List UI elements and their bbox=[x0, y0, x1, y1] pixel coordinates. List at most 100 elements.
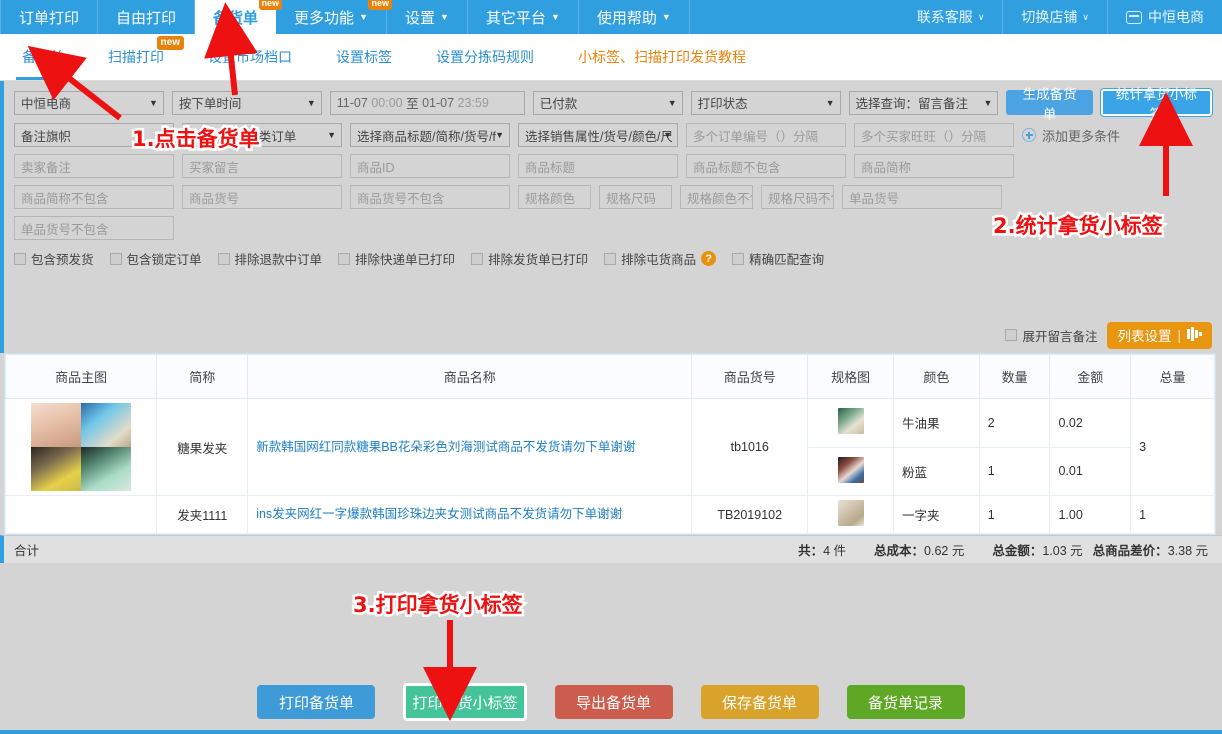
buyer-ids-input[interactable]: 多个买家旺旺（）分隔 bbox=[854, 123, 1014, 147]
filter-input-placeholder: 商品货号 bbox=[189, 188, 239, 207]
filter-input-商品标题[interactable]: 商品标题 bbox=[518, 154, 678, 178]
table-column-header-4: 商品货号 bbox=[692, 355, 808, 399]
date-to: 01-07 bbox=[422, 96, 454, 110]
current-shop[interactable]: 中恒电商 bbox=[1108, 0, 1222, 34]
filter-checkbox-label: 包含锁定订单 bbox=[127, 249, 202, 268]
filter-checkbox-3[interactable]: 排除退款中订单 bbox=[218, 249, 323, 268]
bottom-button-3[interactable]: 导出备货单 bbox=[555, 685, 673, 719]
total-diff-label: 总商品差价： bbox=[1093, 544, 1168, 558]
filter-input-规格尺码不包[interactable]: 规格尺码不包 bbox=[761, 185, 834, 209]
sub-nav-item-6[interactable]: 小标签、扫描打印发货教程 bbox=[556, 34, 768, 80]
order-class-select[interactable]: 未分类+已分类订单 bbox=[182, 123, 342, 147]
add-more-conditions-label: 添加更多条件 bbox=[1042, 126, 1120, 145]
sub-nav-label: 备货单 bbox=[22, 47, 64, 67]
filter-checkbox-2[interactable]: 包含锁定订单 bbox=[110, 249, 202, 268]
sub-nav-item-2[interactable]: 扫描打印new bbox=[86, 34, 186, 80]
top-nav-item-4[interactable]: 更多功能▼new bbox=[276, 0, 387, 34]
product-main-image bbox=[31, 403, 131, 491]
filter-input-规格尺码[interactable]: 规格尺码 bbox=[599, 185, 672, 209]
filter-input-买家留言[interactable]: 买家留言 bbox=[182, 154, 342, 178]
filter-input-卖家备注[interactable]: 卖家备注 bbox=[14, 154, 174, 178]
annotation-text: 3.打印拿货小标签 bbox=[353, 589, 523, 619]
filter-input-商品标题不包含[interactable]: 商品标题不包含 bbox=[686, 154, 846, 178]
product-image-tile bbox=[31, 447, 81, 491]
annotation-outline: 3.打印拿货小标签 bbox=[353, 589, 523, 619]
filter-checkbox-6[interactable]: 排除屯货商品? bbox=[604, 249, 716, 268]
top-nav-item-2[interactable]: 自由打印 bbox=[98, 0, 195, 34]
top-nav-right-1[interactable]: 联系客服∨ bbox=[899, 0, 1004, 34]
current-shop-label: 中恒电商 bbox=[1148, 7, 1204, 27]
top-nav-item-3[interactable]: 备货单new bbox=[195, 0, 276, 34]
order-numbers-input[interactable]: 多个订单编号（）分隔 bbox=[686, 123, 846, 147]
product-name-link[interactable]: 新款韩国网红同款糖果BB花朵彩色刘海测试商品不发货请勿下单谢谢 bbox=[256, 440, 635, 454]
pay-status-select[interactable]: 已付款 bbox=[533, 91, 683, 115]
filter-input-规格颜色[interactable]: 规格颜色 bbox=[518, 185, 591, 209]
filter-input-商品货号[interactable]: 商品货号 bbox=[182, 185, 342, 209]
date-range-input[interactable]: 11-07 00:00 至 01-07 23:59 bbox=[330, 91, 525, 115]
table-column-header-6: 颜色 bbox=[894, 355, 980, 399]
total-count-label: 共： bbox=[798, 544, 823, 558]
sub-nav-item-4[interactable]: 设置标签 bbox=[314, 34, 414, 80]
bottom-button-2[interactable]: 打印拿货小标签 bbox=[403, 683, 526, 721]
time-type-select[interactable]: 按下单时间 bbox=[172, 91, 322, 115]
print-status-select[interactable]: 打印状态 bbox=[691, 91, 841, 115]
product-name-link[interactable]: ins发夹网红一字爆款韩国珍珠边夹女测试商品不发货请勿下单谢谢 bbox=[256, 507, 622, 521]
shop-select[interactable]: 中恒电商 bbox=[14, 91, 164, 115]
top-nav-right-2[interactable]: 切换店铺∨ bbox=[1003, 0, 1108, 34]
filter-input-商品简称不包含[interactable]: 商品简称不包含 bbox=[14, 185, 174, 209]
filter-input-商品货号不包含[interactable]: 商品货号不包含 bbox=[350, 185, 510, 209]
product-sku-code-cell: TB2019102 bbox=[692, 496, 808, 534]
filter-input-placeholder: 卖家备注 bbox=[21, 157, 71, 176]
total-amount: 总金额：1.03 元 bbox=[992, 540, 1082, 559]
filter-input-商品ID[interactable]: 商品ID bbox=[350, 154, 510, 178]
list-settings-button[interactable]: 列表设置 | bbox=[1107, 322, 1212, 349]
checkbox-box-icon bbox=[1005, 329, 1017, 341]
variant-thumbnail bbox=[838, 457, 864, 483]
bottom-button-1[interactable]: 打印备货单 bbox=[257, 685, 375, 719]
pay-status-value: 已付款 bbox=[540, 93, 578, 112]
help-icon[interactable]: ? bbox=[701, 251, 716, 266]
generate-stocking-list-button[interactable]: 生成备货单 bbox=[1006, 90, 1092, 115]
remark-flag-select[interactable]: 备注旗帜 bbox=[14, 123, 174, 147]
attribute-field-select[interactable]: 选择销售属性/货号/颜色/尺 bbox=[518, 123, 678, 147]
top-nav-item-1[interactable]: 订单打印 bbox=[0, 0, 98, 34]
filter-checkbox-1[interactable]: 包含预发货 bbox=[14, 249, 94, 268]
filter-checkbox-4[interactable]: 排除快递单已打印 bbox=[338, 249, 455, 268]
table-header-row: 商品主图简称商品名称商品货号规格图颜色数量金额总量 bbox=[6, 355, 1215, 399]
stocking-list-table: 商品主图简称商品名称商品货号规格图颜色数量金额总量 糖果发夹新款韩国网红同款糖果… bbox=[5, 354, 1215, 534]
expand-remark-checkbox[interactable]: 展开留言备注 bbox=[1005, 326, 1097, 345]
bottom-button-5[interactable]: 备货单记录 bbox=[847, 685, 965, 719]
sub-nav-item-1[interactable]: 备货单 bbox=[0, 34, 86, 80]
variant-quantity-cell: 2 bbox=[979, 399, 1050, 448]
bottom-button-4[interactable]: 保存备货单 bbox=[701, 685, 819, 719]
filter-row-2: 备注旗帜 未分类+已分类订单 选择商品标题/简称/货号/f 选择销售属性/货号/… bbox=[14, 123, 1212, 147]
filter-checkbox-5[interactable]: 排除发货单已打印 bbox=[471, 249, 588, 268]
query-type-select[interactable]: 选择查询：留言备注 bbox=[849, 91, 999, 115]
filter-input-单品货号[interactable]: 单品货号 bbox=[842, 185, 1002, 209]
totals-row: 合计 共：4 件 总成本：0.62 元 总金额：1.03 元 总商品差价：3.3… bbox=[0, 535, 1222, 563]
table-row: 发夹1111ins发夹网红一字爆款韩国珍珠边夹女测试商品不发货请勿下单谢谢TB2… bbox=[6, 496, 1215, 534]
top-nav-item-7[interactable]: 使用帮助▼ bbox=[579, 0, 690, 34]
sub-nav-item-3[interactable]: 设置市场档口 bbox=[186, 34, 314, 80]
filter-input-规格颜色不包[interactable]: 规格颜色不包 bbox=[680, 185, 753, 209]
statistics-pickup-label-button[interactable]: 统计拿货小标签 bbox=[1101, 89, 1212, 116]
filter-input-placeholder: 商品简称 bbox=[861, 157, 911, 176]
top-nav-label: 自由打印 bbox=[116, 7, 176, 28]
filter-checkbox-7[interactable]: 精确匹配查询 bbox=[732, 249, 824, 268]
top-nav-item-6[interactable]: 其它平台▼ bbox=[468, 0, 579, 34]
variant-amount-cell: 1.00 bbox=[1050, 496, 1131, 534]
query-type-value: 选择查询：留言备注 bbox=[856, 93, 969, 112]
top-nav-label: 更多功能 bbox=[294, 7, 354, 28]
add-more-conditions-link[interactable]: 添加更多条件 bbox=[1022, 126, 1120, 145]
variant-color-cell: 一字夹 bbox=[894, 496, 980, 534]
bottom-action-bar: 打印备货单打印拿货小标签导出备货单保存备货单备货单记录 bbox=[0, 674, 1222, 734]
filter-input-商品简称[interactable]: 商品简称 bbox=[854, 154, 1014, 178]
variant-image-cell bbox=[808, 447, 894, 496]
chevron-down-icon: ▼ bbox=[551, 12, 560, 22]
top-nav-item-5[interactable]: 设置▼ bbox=[387, 0, 468, 34]
filter-input-placeholder: 商品标题 bbox=[525, 157, 575, 176]
sub-nav-item-5[interactable]: 设置分拣码规则 bbox=[414, 34, 556, 80]
filter-input-单品货号不包含[interactable]: 单品货号不包含 bbox=[14, 216, 174, 240]
goods-field-select[interactable]: 选择商品标题/简称/货号/f bbox=[350, 123, 510, 147]
filter-checkbox-label: 排除屯货商品 bbox=[621, 249, 696, 268]
